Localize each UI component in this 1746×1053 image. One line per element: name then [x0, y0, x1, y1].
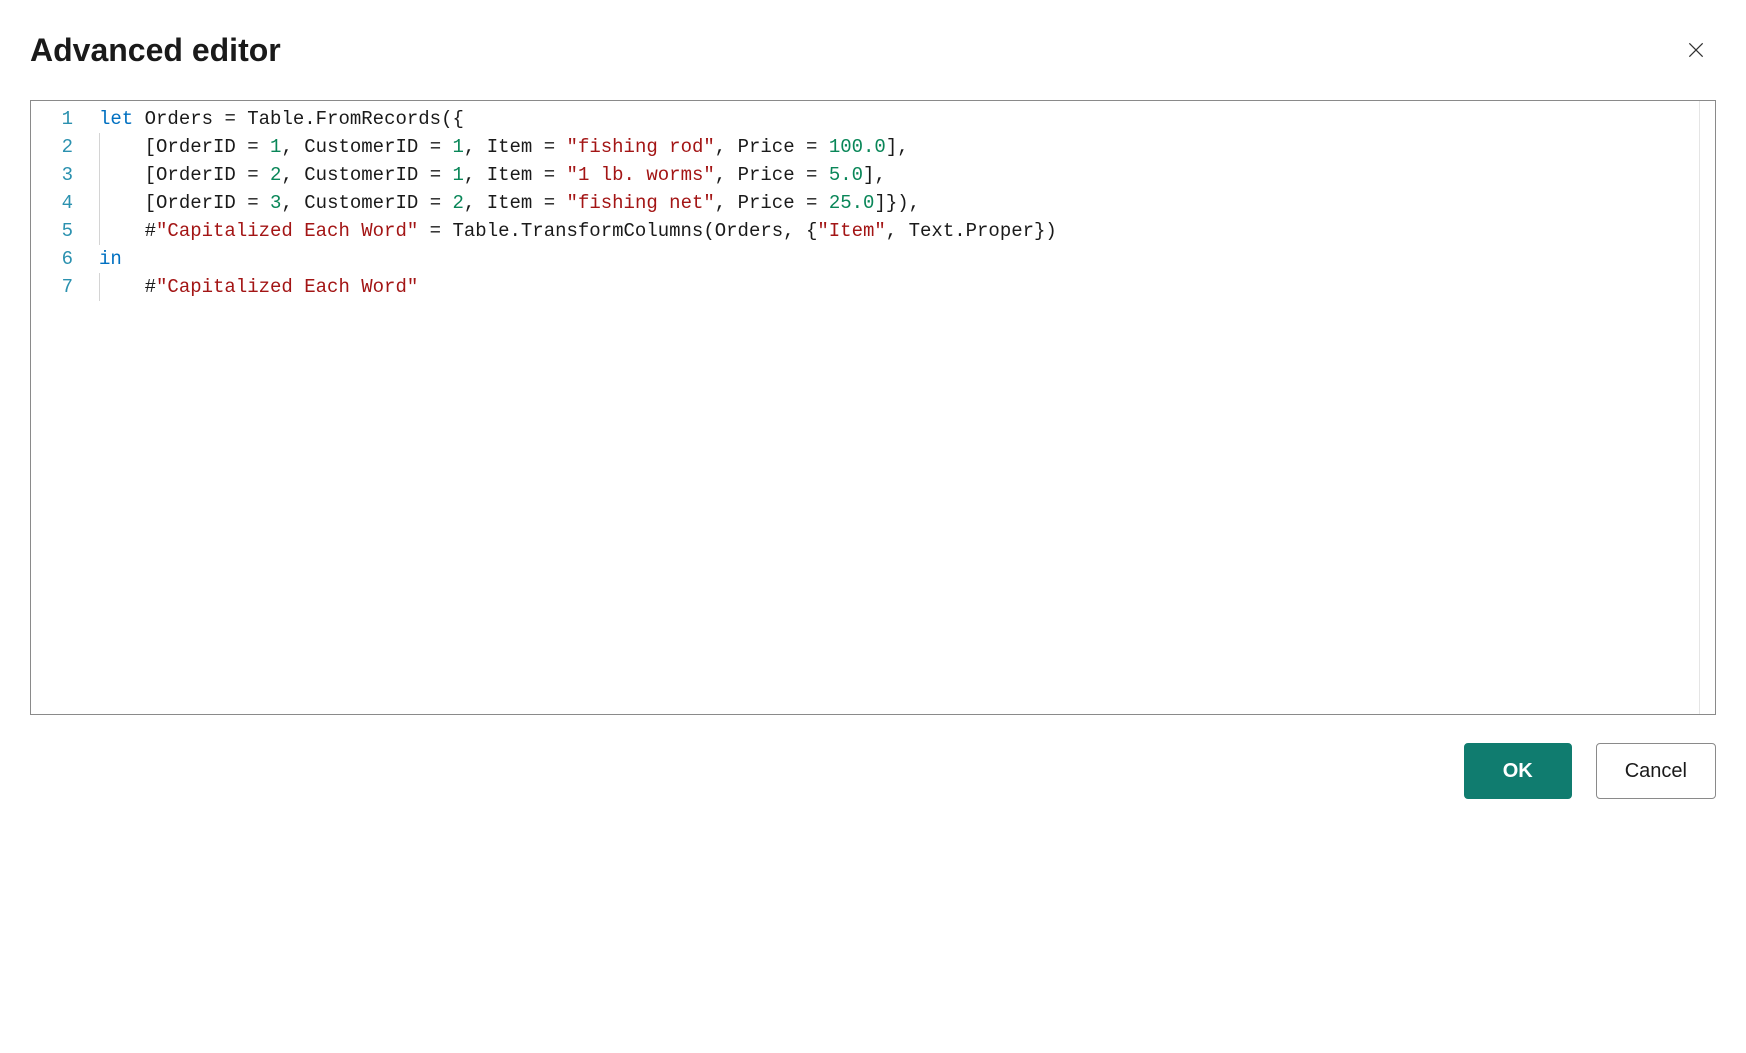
code-token: CustomerID	[304, 192, 429, 214]
code-token: Table.TransformColumns	[452, 220, 703, 242]
code-editor[interactable]: 1234567 let Orders = Table.FromRecords({…	[30, 100, 1716, 715]
code-token: =	[806, 136, 829, 158]
code-token: #	[99, 220, 156, 242]
code-token: ,	[281, 192, 304, 214]
code-token: Price	[738, 164, 806, 186]
code-line[interactable]: in	[91, 245, 1715, 273]
code-line[interactable]: #"Capitalized Each Word"	[91, 273, 1715, 301]
code-token: [	[99, 164, 156, 186]
close-button[interactable]	[1676, 30, 1716, 70]
code-token: (	[703, 220, 714, 242]
code-token: 1	[270, 136, 281, 158]
code-token: =	[806, 192, 829, 214]
line-number-gutter: 1234567	[31, 101, 91, 714]
line-number: 5	[31, 217, 91, 245]
code-token: "Capitalized Each Word"	[156, 276, 418, 298]
code-token: "fishing rod"	[567, 136, 715, 158]
line-number: 3	[31, 161, 91, 189]
code-token: 100.0	[829, 136, 886, 158]
code-token: ,	[281, 164, 304, 186]
code-token: ,	[715, 164, 738, 186]
line-number: 1	[31, 105, 91, 133]
code-token: 25.0	[829, 192, 875, 214]
code-token: =	[544, 192, 567, 214]
code-token: ]}),	[874, 192, 920, 214]
code-token: 2	[453, 192, 464, 214]
code-token: =	[430, 192, 453, 214]
code-token: =	[247, 192, 270, 214]
code-token: ,	[715, 136, 738, 158]
line-number: 6	[31, 245, 91, 273]
code-token: =	[430, 136, 453, 158]
code-token: =	[247, 136, 270, 158]
code-token: 3	[270, 192, 281, 214]
code-token: Item	[487, 192, 544, 214]
code-token: Item	[487, 136, 544, 158]
close-icon	[1686, 40, 1706, 60]
code-area[interactable]: let Orders = Table.FromRecords({ [OrderI…	[91, 101, 1715, 714]
code-token: Orders	[715, 220, 783, 242]
code-token: ,	[464, 192, 487, 214]
code-token: , {	[783, 220, 817, 242]
line-number: 4	[31, 189, 91, 217]
dialog-footer: OK Cancel	[30, 743, 1716, 799]
code-token: CustomerID	[304, 164, 429, 186]
code-line[interactable]: let Orders = Table.FromRecords({	[91, 105, 1715, 133]
ok-button[interactable]: OK	[1464, 743, 1572, 799]
line-number: 7	[31, 273, 91, 301]
code-token: 2	[270, 164, 281, 186]
code-token: ,	[464, 136, 487, 158]
code-token: OrderID	[156, 136, 247, 158]
scrollbar-track[interactable]	[1699, 101, 1715, 714]
dialog-title: Advanced editor	[30, 32, 281, 69]
code-token: ,	[464, 164, 487, 186]
line-number: 2	[31, 133, 91, 161]
code-token: OrderID	[156, 192, 247, 214]
code-token: =	[430, 164, 453, 186]
cancel-button[interactable]: Cancel	[1596, 743, 1716, 799]
code-token	[418, 220, 429, 242]
code-line[interactable]: [OrderID = 3, CustomerID = 2, Item = "fi…	[91, 189, 1715, 217]
code-token: Table.FromRecords	[236, 108, 441, 130]
code-token: })	[1034, 220, 1057, 242]
code-token: ],	[886, 136, 909, 158]
code-token: "Capitalized Each Word"	[156, 220, 418, 242]
code-token: Item	[487, 164, 544, 186]
code-token: ,	[715, 192, 738, 214]
code-token: ],	[863, 164, 886, 186]
code-token: 1	[453, 136, 464, 158]
code-token: =	[544, 164, 567, 186]
code-line[interactable]: [OrderID = 1, CustomerID = 1, Item = "fi…	[91, 133, 1715, 161]
code-token: "fishing net"	[567, 192, 715, 214]
code-token: "Item"	[817, 220, 885, 242]
code-token: CustomerID	[304, 136, 429, 158]
code-token: 1	[453, 164, 464, 186]
code-token: 5.0	[829, 164, 863, 186]
code-token: Text.Proper	[909, 220, 1034, 242]
code-token: =	[544, 136, 567, 158]
code-token: Orders	[133, 108, 224, 130]
code-token: =	[247, 164, 270, 186]
dialog-header: Advanced editor	[30, 30, 1716, 70]
code-token: ({	[441, 108, 464, 130]
code-token: [	[99, 136, 156, 158]
code-token: OrderID	[156, 164, 247, 186]
code-token: in	[99, 248, 122, 270]
code-line[interactable]: #"Capitalized Each Word" = Table.Transfo…	[91, 217, 1715, 245]
code-token: =	[224, 108, 235, 130]
code-line[interactable]: [OrderID = 2, CustomerID = 1, Item = "1 …	[91, 161, 1715, 189]
code-token: ,	[886, 220, 909, 242]
code-token: "1 lb. worms"	[567, 164, 715, 186]
code-token: =	[806, 164, 829, 186]
code-token: [	[99, 192, 156, 214]
code-token: Price	[738, 192, 806, 214]
code-token: let	[99, 108, 133, 130]
code-token: ,	[281, 136, 304, 158]
code-token: Price	[738, 136, 806, 158]
code-token: =	[430, 220, 453, 242]
code-token: #	[99, 276, 156, 298]
